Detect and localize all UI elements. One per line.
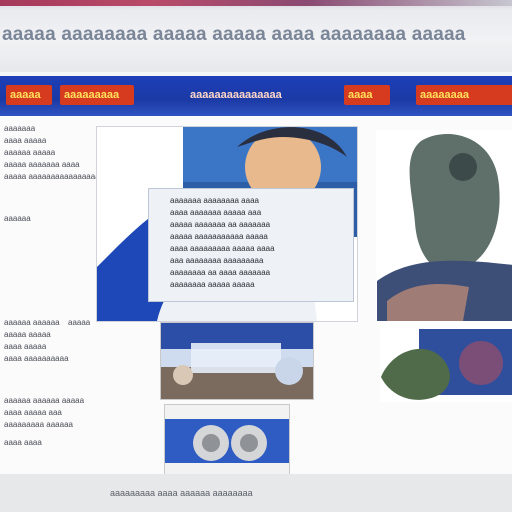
side-photo-2[interactable] xyxy=(380,322,512,402)
caption-line: aaaa aaaaaaaaa aaaaa aaaa xyxy=(170,244,275,253)
caption-line: aaaaaaaa aa aaaa aaaaaaa xyxy=(170,268,271,277)
sidebar-line[interactable]: aaaa aaaaa xyxy=(4,342,46,352)
sidebar-line[interactable]: aaaa aaaaa aaa xyxy=(4,408,62,418)
nav-item-2[interactable]: aaaaaaaaa xyxy=(60,85,134,105)
nav-item-3[interactable]: aaaaaaaaaaaaaaa xyxy=(186,85,318,105)
sidebar-line[interactable]: aaaaa aaaaa xyxy=(4,330,51,340)
caption-line: aaaaaaa aaaaaaaa aaaa xyxy=(170,196,259,205)
caption-line: aaa aaaaaaaa aaaaaaaaa xyxy=(170,256,264,265)
sidebar-line[interactable]: aaaaa xyxy=(68,318,90,328)
bottom-strip xyxy=(0,474,512,512)
footer-text: aaaaaaaaa aaaa aaaaaa aaaaaaaa xyxy=(110,488,253,498)
promo-image-2[interactable] xyxy=(164,404,290,476)
side-photo-2-art xyxy=(381,323,512,401)
main-navigation: aaaaa aaaaaaaaa aaaaaaaaaaaaaaa aaaa aaa… xyxy=(0,76,512,116)
nav-item-1[interactable]: aaaaa xyxy=(6,85,52,105)
side-photo-1-art xyxy=(377,131,512,321)
promo-image-1-art xyxy=(161,323,313,399)
caption-line: aaaaa aaaaaaa aa aaaaaaa xyxy=(170,220,271,229)
sidebar-line[interactable]: aaaaaa aaaaaa aaaaa xyxy=(4,396,84,406)
nav-item-4[interactable]: aaaa xyxy=(344,85,390,105)
sidebar-line[interactable]: aaaaaa xyxy=(4,214,31,224)
sidebar-line[interactable]: aaaa aaaaa xyxy=(4,136,46,146)
caption-line: aaaa aaaaaaa aaaaa aaa xyxy=(170,208,262,217)
sidebar-line[interactable]: aaaaaaa xyxy=(4,124,35,134)
sidebar-line[interactable]: aaaaa aaaaaaa aaaa xyxy=(4,160,80,170)
sidebar-line[interactable]: aaaaaa aaaaa xyxy=(4,148,55,158)
site-title: aaaaa aaaaaaaa aaaaa aaaaa aaaa aaaaaaaa… xyxy=(2,24,466,45)
nav-item-5[interactable]: aaaaaaaa xyxy=(416,85,512,105)
caption-line: aaaaa aaaaaaaaaaa aaaaa xyxy=(170,232,268,241)
caption-line: aaaaaaaa aaaaa aaaaa xyxy=(170,280,255,289)
promo-image-1[interactable] xyxy=(160,322,314,400)
sidebar-line[interactable]: aaaaa aaaaaaaaaaaaaaaaa xyxy=(4,172,104,182)
side-photo-1[interactable] xyxy=(376,130,512,322)
top-accent-bar xyxy=(0,0,512,6)
sidebar-line[interactable]: aaaa aaaa xyxy=(4,438,42,448)
promo-image-2-art xyxy=(165,405,289,475)
sidebar-line[interactable]: aaaaaa aaaaaa xyxy=(4,318,60,328)
sidebar-line[interactable]: aaaaaaaaa aaaaaa xyxy=(4,420,73,430)
sidebar-line[interactable]: aaaa aaaaaaaaaa xyxy=(4,354,69,364)
